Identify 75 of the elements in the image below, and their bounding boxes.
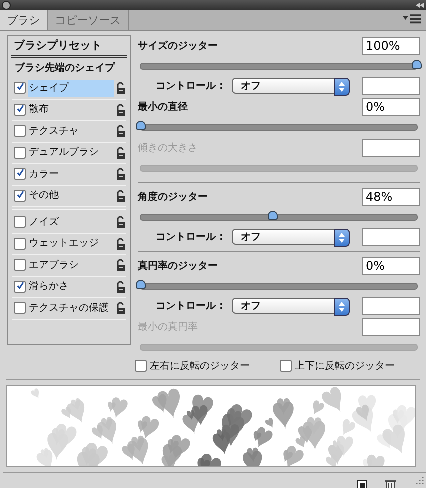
checkbox-label: 上下に反転のジッター	[295, 360, 395, 373]
sidebar-item[interactable]: 散布	[28, 101, 114, 118]
checkbox[interactable]	[14, 146, 26, 159]
checkbox[interactable]	[14, 104, 26, 116]
lock-icon[interactable]	[116, 216, 126, 228]
slider-thumb[interactable]	[412, 60, 422, 69]
collapse-icon[interactable]	[416, 2, 424, 8]
control-dropdown[interactable]: オフ	[232, 298, 350, 314]
lock-icon[interactable]	[116, 125, 126, 138]
tab[interactable]: コピーソース	[48, 10, 129, 30]
setting-label: 真円率のジッター	[138, 259, 218, 272]
checkbox[interactable]	[14, 238, 26, 250]
slider-thumb[interactable]	[136, 280, 146, 289]
slider-thumb[interactable]	[268, 211, 278, 220]
stepper-arrows-icon	[338, 301, 346, 313]
checkbox[interactable]	[14, 302, 26, 314]
sidebar-item[interactable]: 滑らかさ	[28, 278, 114, 296]
sidebar-heading[interactable]: ブラシ先端のシェイプ	[12, 58, 126, 78]
checkbox[interactable]	[14, 168, 26, 180]
sidebar-item[interactable]: その他	[28, 187, 114, 204]
sidebar-item[interactable]: エアブラシ	[28, 256, 114, 274]
trash-icon[interactable]	[385, 479, 396, 488]
value-field[interactable]: 0%	[362, 256, 420, 274]
lock-icon[interactable]	[116, 238, 126, 250]
lock-icon[interactable]	[116, 302, 126, 314]
checkbox[interactable]	[14, 190, 26, 202]
checkbox-label: 左右に反転のジッター	[150, 360, 250, 373]
value-field[interactable]: 48%	[362, 188, 420, 206]
value-field[interactable]: 0%	[362, 98, 420, 116]
sidebar-item[interactable]: ノイズ	[28, 214, 114, 231]
checkbox[interactable]	[14, 280, 26, 293]
lock-icon[interactable]	[116, 82, 126, 94]
new-brush-icon[interactable]	[357, 480, 367, 488]
sidebar-item[interactable]: テクスチャの保護	[28, 300, 114, 317]
control-label: コントロール :	[156, 80, 224, 93]
setting-label: 最小の真円率	[138, 320, 198, 334]
lock-icon[interactable]	[116, 168, 126, 180]
slider[interactable]	[140, 214, 418, 221]
sidebar-item[interactable]: シェイプ	[28, 80, 114, 97]
checkbox[interactable]	[135, 360, 147, 372]
setting-label: 傾きの大きさ	[138, 142, 198, 154]
value-field[interactable]	[362, 77, 420, 95]
control-dropdown[interactable]: オフ	[232, 229, 350, 245]
setting-label: サイズのジッター	[138, 40, 218, 52]
stepper-arrows-icon	[338, 232, 346, 244]
setting-label: 角度のジッター	[138, 190, 208, 204]
tab[interactable]: ブラシ	[0, 10, 48, 30]
lock-icon[interactable]	[116, 280, 126, 293]
value-field[interactable]: 100%	[362, 36, 420, 54]
setting-label: 最小の直径	[138, 100, 188, 114]
lock-icon[interactable]	[116, 190, 126, 202]
lock-icon[interactable]	[116, 146, 126, 159]
brush-presets-button[interactable]: ブラシプリセット	[11, 36, 127, 58]
lock-icon[interactable]	[116, 104, 126, 116]
value-field[interactable]	[362, 318, 420, 336]
checkbox[interactable]	[14, 125, 26, 138]
sidebar-item[interactable]: カラー	[28, 166, 114, 183]
stepper-arrows-icon	[338, 81, 346, 93]
checkbox[interactable]	[280, 360, 292, 372]
resize-grip-icon[interactable]	[414, 476, 424, 486]
control-label: コントロール :	[156, 231, 224, 244]
lock-icon[interactable]	[116, 259, 126, 272]
checkbox[interactable]	[14, 216, 26, 228]
value-field[interactable]	[362, 297, 420, 315]
control-dropdown[interactable]: オフ	[232, 78, 350, 94]
slider-thumb[interactable]	[136, 121, 146, 130]
checkbox[interactable]	[14, 259, 26, 272]
sidebar-item[interactable]: デュアルブラシ	[28, 144, 114, 162]
value-field[interactable]	[362, 228, 420, 246]
close-button[interactable]	[2, 0, 11, 10]
checkbox[interactable]	[14, 82, 26, 94]
sidebar-item[interactable]: テクスチャ	[28, 122, 114, 140]
control-label: コントロール :	[156, 300, 224, 313]
sidebar-item[interactable]: ウェットエッジ	[28, 235, 114, 252]
value-field[interactable]	[362, 138, 420, 156]
